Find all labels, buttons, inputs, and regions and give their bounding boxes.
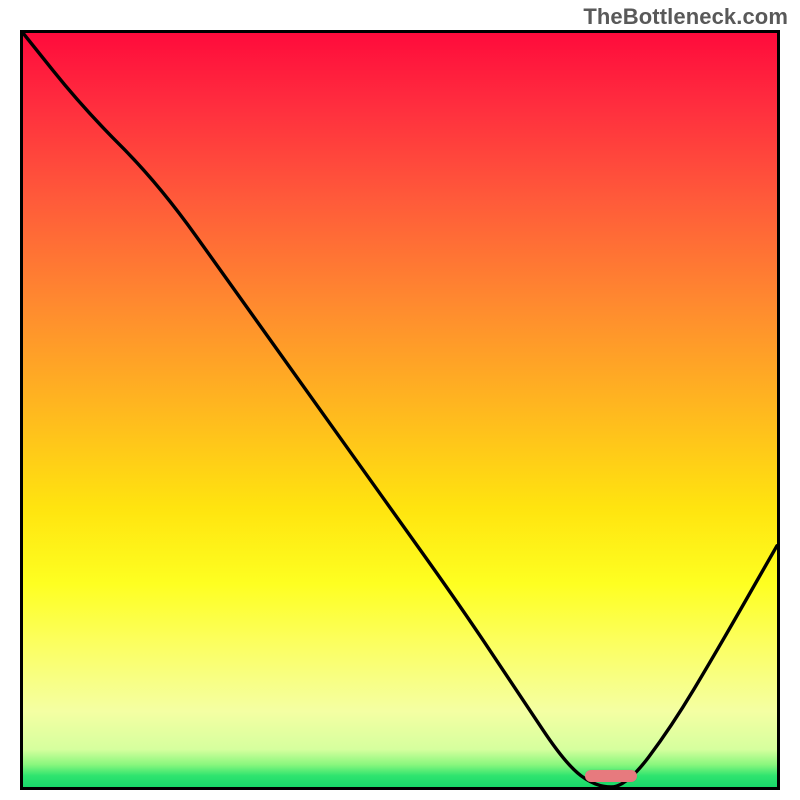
curve-layer <box>23 33 777 787</box>
optimal-range-marker <box>585 770 637 782</box>
bottleneck-curve-path <box>23 33 777 787</box>
watermark-text: TheBottleneck.com <box>583 4 788 30</box>
bottleneck-chart: TheBottleneck.com <box>0 0 800 800</box>
plot-area <box>20 30 780 790</box>
